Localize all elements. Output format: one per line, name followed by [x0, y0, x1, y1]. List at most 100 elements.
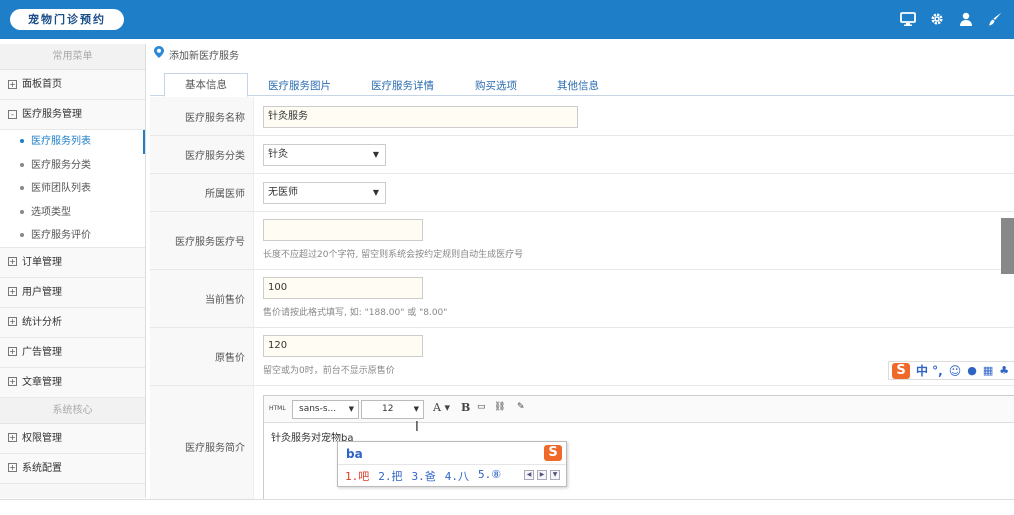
toolbox-icon[interactable]: ♣ [999, 364, 1009, 377]
form-row-original-price: 原售价 120 留空或为0时，前台不显示原售价 [150, 328, 1014, 386]
user-icon[interactable] [958, 11, 975, 28]
tab-basic-info[interactable]: 基本信息 [164, 73, 248, 97]
location-pin-icon [154, 44, 164, 68]
expand-icon: + [8, 433, 17, 442]
bullet-icon [20, 162, 24, 167]
form-row-name: 医疗服务名称 针灸服务 [150, 97, 1014, 136]
category-select[interactable]: 针灸 ▼ [263, 144, 386, 166]
sidebar-item-label: 文章管理 [22, 376, 62, 388]
price-hint: 售价请按此格式填写, 如: "188.00" 或 "8.00" [263, 308, 448, 318]
next-page-icon[interactable]: ▶ [537, 470, 547, 480]
sidebar-sub-service-list[interactable]: 医疗服务列表 [0, 130, 145, 154]
sidebar-item-label: 订单管理 [22, 256, 62, 268]
microphone-icon[interactable]: ● [967, 364, 977, 377]
form-row-intro: 医疗服务简介 HTML sans-s... ▼ 12 ▼ A ▾ B ▭ ⛓ ✎ 针… [150, 386, 1014, 506]
select-value: sans-s... [299, 404, 337, 414]
sidebar-item-orders[interactable]: + 订单管理 [0, 247, 145, 278]
tab-service-details[interactable]: 医疗服务详情 [371, 77, 434, 96]
expand-icon: + [8, 287, 17, 296]
sidebar-item-permissions[interactable]: + 权限管理 [0, 423, 145, 454]
font-family-select[interactable]: sans-s... ▼ [292, 400, 359, 419]
select-value: 12 [382, 404, 394, 414]
sidebar-sub-doctor-team[interactable]: 医师团队列表 [0, 177, 145, 201]
top-icons [900, 11, 1004, 28]
keyboard-icon[interactable]: ▦ [983, 364, 993, 377]
dropdown-arrow-icon: ▼ [413, 405, 419, 413]
sidebar-item-label: 统计分析 [22, 316, 62, 328]
gear-icon[interactable] [929, 11, 946, 28]
horizontal-rule-icon[interactable]: ▭ [477, 402, 486, 412]
divider [338, 464, 566, 465]
font-size-select[interactable]: 12 ▼ [361, 400, 424, 419]
sidebar-item-dashboard[interactable]: + 面板首页 [0, 70, 145, 100]
expand-icon: + [8, 347, 17, 356]
expand-candidates-icon[interactable]: ▼ [550, 470, 560, 480]
expand-icon: + [8, 257, 17, 266]
sidebar-item-system-config[interactable]: + 系统配置 [0, 453, 145, 484]
service-code-input[interactable] [263, 219, 423, 241]
field-label: 医疗服务分类 [150, 136, 254, 173]
sidebar-item-label: 广告管理 [22, 346, 62, 358]
monitor-icon[interactable] [900, 11, 917, 28]
ime-mode-label[interactable]: 中 °, [916, 362, 943, 379]
scrollbar-thumb[interactable] [1001, 218, 1014, 274]
bottom-bar [0, 499, 1014, 515]
sidebar-item-label: 医疗服务管理 [22, 109, 82, 120]
breadcrumb: 添加新医疗服务 [150, 44, 1014, 68]
sidebar: 常用菜单 + 面板首页 - 医疗服务管理 医疗服务列表 医疗服务分类 医师团队列表 … [0, 44, 146, 498]
price-input[interactable]: 100 [263, 277, 423, 299]
service-form: 医疗服务名称 针灸服务 医疗服务分类 针灸 ▼ 所属医师 无医师 ▼ 医疗服务医疗号… [150, 97, 1014, 506]
dropdown-arrow-icon: ▼ [348, 405, 354, 413]
sidebar-item-label: 权限管理 [22, 432, 62, 444]
emoji-icon[interactable]: ☺ [949, 364, 962, 378]
link-icon[interactable]: ⛓ [494, 402, 505, 412]
doctor-select[interactable]: 无医师 ▼ [263, 182, 386, 204]
expand-icon: + [8, 377, 17, 386]
bullet-icon [20, 209, 24, 214]
tab-other-info[interactable]: 其他信息 [557, 77, 599, 96]
sidebar-sub-service-reviews[interactable]: 医疗服务评价 [0, 224, 145, 248]
sidebar-item-articles[interactable]: + 文章管理 [0, 367, 145, 398]
candidate-5[interactable]: 5.⑧ [478, 468, 501, 484]
sub-item-label: 选项类型 [31, 206, 71, 218]
sidebar-sub-service-category[interactable]: 医疗服务分类 [0, 154, 145, 178]
sidebar-item-users[interactable]: + 用户管理 [0, 277, 145, 308]
candidate-2[interactable]: 2.把 [378, 468, 402, 484]
collapse-icon: - [8, 109, 17, 119]
html-source-button[interactable]: HTML [269, 405, 286, 412]
sidebar-item-stats[interactable]: + 统计分析 [0, 307, 145, 338]
sidebar-item-medical-services[interactable]: - 医疗服务管理 [0, 100, 145, 130]
candidate-4[interactable]: 4.八 [445, 468, 469, 484]
expand-icon: + [8, 463, 17, 472]
main-content: 添加新医疗服务 基本信息 医疗服务图片 医疗服务详情 购买选项 其他信息 医疗服… [150, 44, 1014, 506]
submenu: 医疗服务列表 医疗服务分类 医师团队列表 选项类型 医疗服务评价 [0, 130, 145, 248]
form-row-doctor: 所属医师 无医师 ▼ [150, 174, 1014, 212]
candidate-1[interactable]: 1.吧 [345, 468, 369, 484]
sidebar-sub-option-types[interactable]: 选项类型 [0, 201, 145, 225]
sogou-logo-icon[interactable]: S [892, 362, 910, 379]
font-color-icon[interactable]: A ▾ [433, 401, 450, 414]
sub-item-label: 医疗服务评价 [31, 230, 91, 241]
sogou-logo-icon: S [544, 445, 562, 461]
form-row-category: 医疗服务分类 针灸 ▼ [150, 136, 1014, 174]
tab-bar: 基本信息 医疗服务图片 医疗服务详情 购买选项 其他信息 [150, 73, 1014, 97]
editor-toolbar: HTML sans-s... ▼ 12 ▼ A ▾ B ▭ ⛓ ✎ [264, 396, 1014, 423]
brand-logo[interactable]: 宠物门诊预约 [10, 9, 124, 30]
brush-icon[interactable] [987, 11, 1004, 28]
dropdown-arrow-icon: ▼ [372, 188, 379, 197]
service-name-input[interactable]: 针灸服务 [263, 106, 578, 128]
eraser-icon[interactable]: ✎ [517, 402, 525, 412]
candidate-3[interactable]: 3.爸 [412, 468, 436, 484]
code-hint: 长度不应超过20个字符, 留空则系统会按约定规则自动生成医疗号 [263, 250, 524, 260]
bold-button[interactable]: B [461, 401, 470, 414]
original-price-input[interactable]: 120 [263, 335, 423, 357]
prev-page-icon[interactable]: ◀ [524, 470, 534, 480]
sidebar-item-ads[interactable]: + 广告管理 [0, 337, 145, 368]
tab-service-images[interactable]: 医疗服务图片 [268, 77, 331, 96]
candidate-nav: ◀ ▶ ▼ [524, 470, 560, 480]
field-label: 医疗服务名称 [150, 97, 254, 135]
original-price-hint: 留空或为0时，前台不显示原售价 [263, 366, 395, 376]
top-bar: 宠物门诊预约 [0, 0, 1014, 39]
text-cursor-icon: I [415, 420, 419, 435]
tab-purchase-options[interactable]: 购买选项 [475, 77, 517, 96]
